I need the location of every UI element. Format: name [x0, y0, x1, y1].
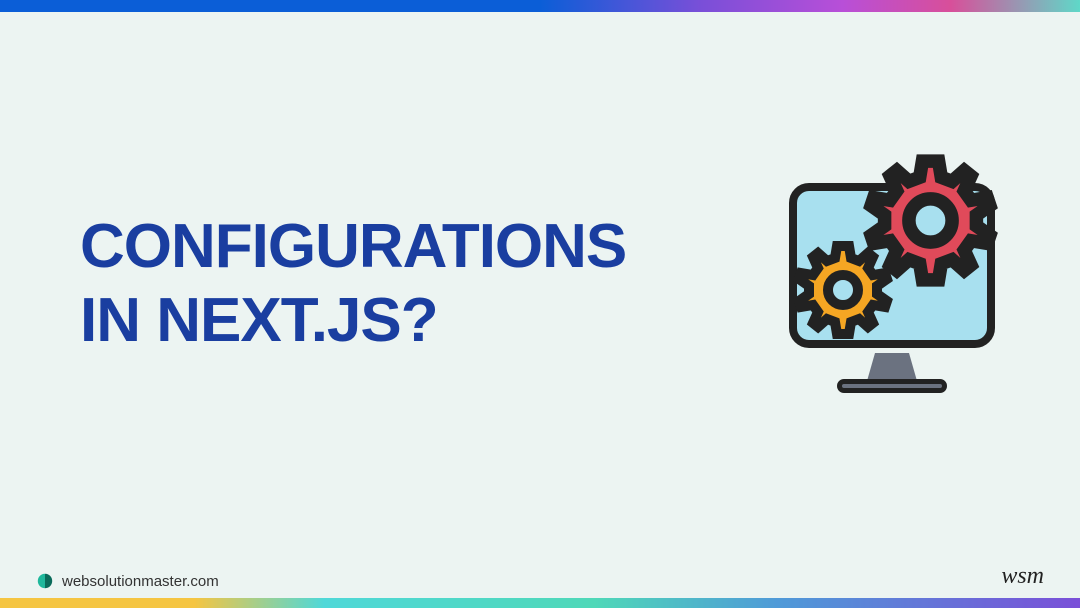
top-gradient-border — [0, 0, 1080, 12]
footer-domain: websolutionmaster.com — [62, 573, 219, 590]
bottom-gradient-border — [0, 598, 1080, 608]
monitor-gears-illustration — [775, 165, 1010, 400]
gear-small-icon — [793, 240, 893, 340]
title-line-1: CONFIGURATIONS — [80, 210, 780, 284]
monitor-base — [837, 379, 947, 393]
title-line-2: IN NEXT.JS? — [80, 284, 780, 358]
monitor-stand — [867, 353, 917, 381]
footer: websolutionmaster.com — [36, 572, 219, 590]
watermark: wsm — [1001, 563, 1044, 590]
page-title: CONFIGURATIONS IN NEXT.JS? — [80, 210, 780, 359]
logo-icon — [36, 572, 54, 590]
